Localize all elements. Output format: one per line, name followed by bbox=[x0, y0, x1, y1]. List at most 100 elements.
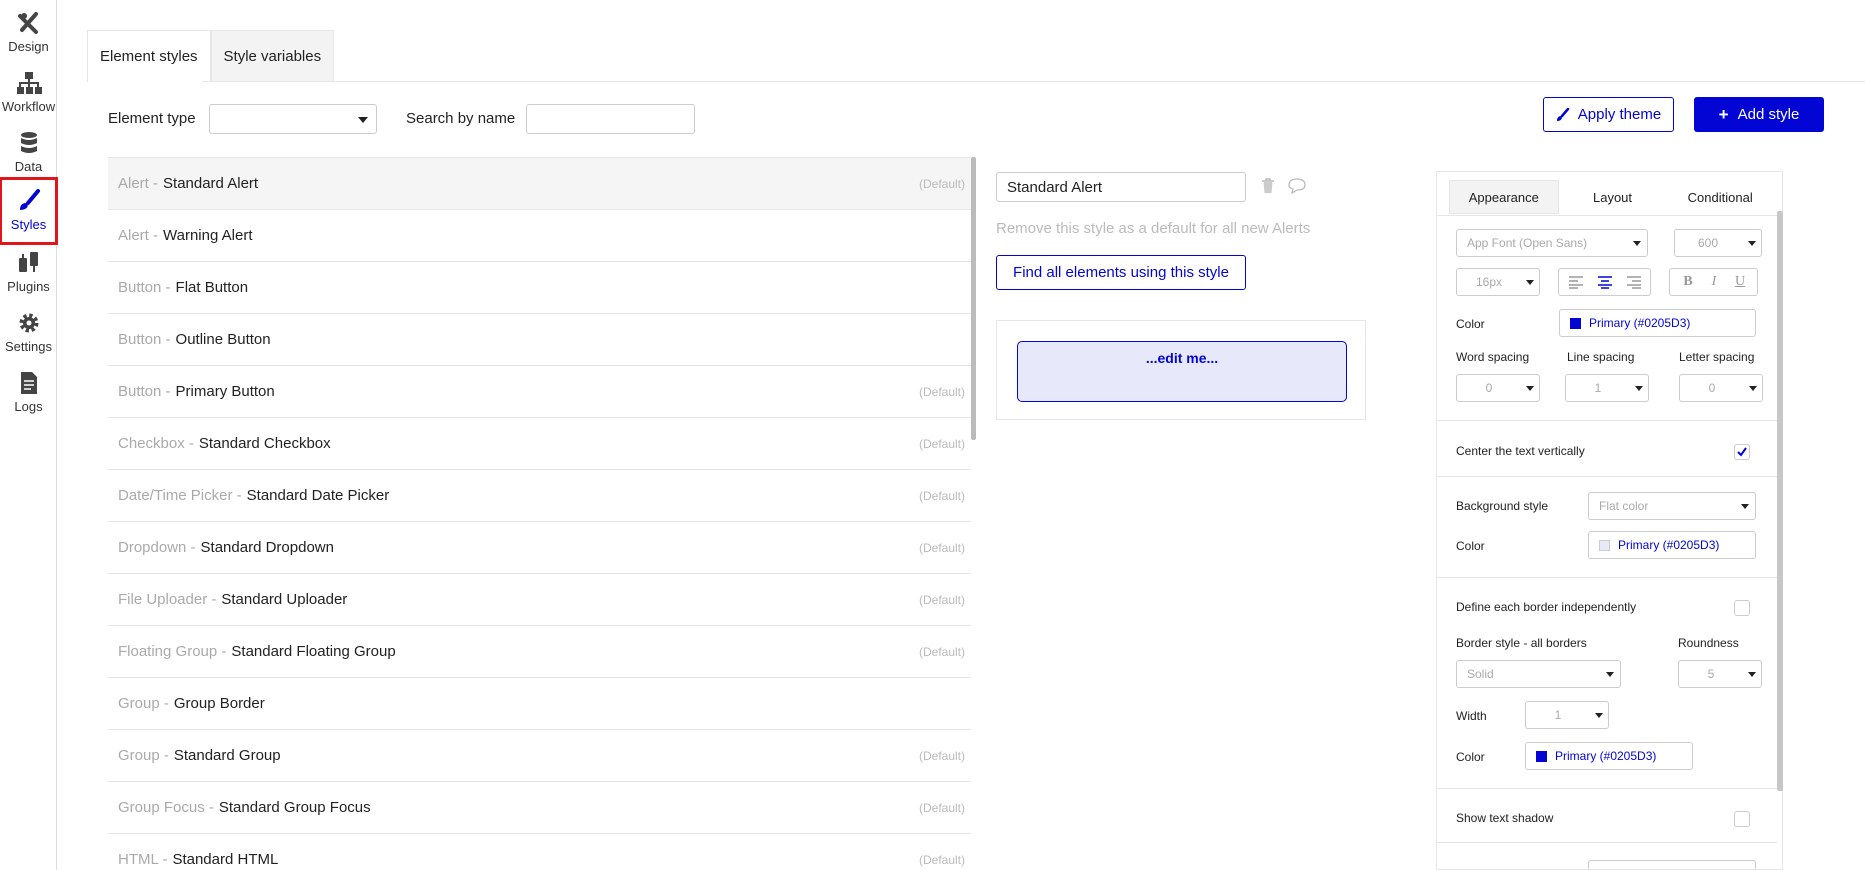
font-weight-dropdown[interactable]: 600 bbox=[1674, 229, 1762, 257]
word-spacing-value: 0 bbox=[1485, 381, 1493, 395]
align-right-icon[interactable] bbox=[1626, 276, 1642, 289]
font-size-dropdown[interactable]: 16px bbox=[1456, 268, 1540, 296]
style-row[interactable]: Button - Primary Button (Default) bbox=[108, 366, 971, 418]
tabs-divider bbox=[1437, 215, 1777, 216]
comment-icon[interactable] bbox=[1287, 178, 1307, 194]
document-icon bbox=[20, 372, 37, 394]
style-row[interactable]: Button - Outline Button bbox=[108, 314, 971, 366]
apply-theme-button[interactable]: Apply theme bbox=[1543, 97, 1674, 132]
element-type-label: Element type bbox=[108, 110, 196, 127]
partial-dropdown[interactable] bbox=[1588, 860, 1756, 869]
border-color-picker[interactable]: Primary (#0205D3) bbox=[1525, 742, 1693, 770]
background-color-label: Color bbox=[1456, 539, 1485, 553]
align-center-icon[interactable] bbox=[1597, 276, 1613, 289]
default-badge: (Default) bbox=[918, 488, 965, 503]
trash-icon[interactable] bbox=[1261, 178, 1275, 194]
style-row[interactable]: Alert - Warning Alert bbox=[108, 210, 971, 262]
roundness-dropdown[interactable]: 5 bbox=[1678, 660, 1762, 688]
style-row[interactable]: HTML - Standard HTML (Default) bbox=[108, 834, 971, 870]
tab-layout[interactable]: Layout bbox=[1559, 180, 1667, 214]
center-vertically-checkbox[interactable] bbox=[1734, 444, 1750, 460]
style-row[interactable]: Group - Group Border bbox=[108, 678, 971, 730]
background-color-value: Primary (#0205D3) bbox=[1618, 538, 1720, 552]
underline-icon[interactable]: U bbox=[1730, 274, 1750, 290]
italic-icon[interactable]: I bbox=[1704, 274, 1724, 290]
font-family-value: App Font (Open Sans) bbox=[1467, 236, 1588, 250]
style-row[interactable]: Group - Standard Group (Default) bbox=[108, 730, 971, 782]
border-width-dropdown[interactable]: 1 bbox=[1525, 701, 1609, 729]
text-color-picker[interactable]: Primary (#0205D3) bbox=[1559, 309, 1756, 337]
style-list-scrollbar[interactable] bbox=[971, 157, 976, 440]
nav-data[interactable]: Data bbox=[0, 120, 57, 178]
chevron-down-icon bbox=[1749, 386, 1757, 391]
style-type: Alert - bbox=[118, 175, 159, 192]
tab-element-styles[interactable]: Element styles bbox=[87, 30, 211, 82]
add-style-button[interactable]: + Add style bbox=[1694, 97, 1824, 132]
nav-workflow-label: Workflow bbox=[1, 99, 56, 114]
properties-tabs: Appearance Layout Conditional bbox=[1449, 180, 1774, 214]
style-type: Group - bbox=[118, 695, 169, 712]
background-color-picker[interactable]: Primary (#0205D3) bbox=[1588, 531, 1756, 559]
find-elements-button[interactable]: Find all elements using this style bbox=[996, 255, 1246, 290]
nav-plugins[interactable]: Plugins bbox=[0, 240, 57, 298]
style-row[interactable]: Alert - Standard Alert (Default) bbox=[108, 158, 971, 210]
style-row[interactable]: Checkbox - Standard Checkbox (Default) bbox=[108, 418, 971, 470]
tab-conditional[interactable]: Conditional bbox=[1666, 180, 1774, 214]
add-style-label: Add style bbox=[1737, 106, 1800, 123]
style-type: HTML - bbox=[118, 851, 168, 868]
background-style-value: Flat color bbox=[1599, 499, 1649, 513]
border-width-label: Width bbox=[1456, 709, 1487, 723]
nav-data-label: Data bbox=[14, 159, 43, 174]
background-style-dropdown[interactable]: Flat color bbox=[1588, 492, 1756, 520]
chevron-down-icon bbox=[1633, 241, 1641, 246]
background-style-label: Background style bbox=[1456, 499, 1549, 513]
nav-settings[interactable]: Settings bbox=[0, 300, 57, 358]
nav-styles-label: Styles bbox=[10, 217, 47, 232]
letter-spacing-dropdown[interactable]: 0 bbox=[1679, 374, 1763, 402]
style-list: Alert - Standard Alert (Default) Alert - … bbox=[108, 157, 971, 870]
chevron-down-icon bbox=[1741, 504, 1749, 509]
preview-alert: ...edit me... bbox=[1017, 341, 1347, 402]
style-name-input[interactable]: Standard Alert bbox=[996, 172, 1246, 202]
style-row[interactable]: Date/Time Picker - Standard Date Picker (… bbox=[108, 470, 971, 522]
default-badge: (Default) bbox=[918, 384, 965, 399]
chevron-down-icon bbox=[1748, 241, 1756, 246]
style-row[interactable]: Dropdown - Standard Dropdown (Default) bbox=[108, 522, 971, 574]
border-independent-checkbox[interactable] bbox=[1734, 600, 1750, 616]
search-by-name-input[interactable] bbox=[526, 104, 695, 134]
brush-icon bbox=[1556, 107, 1570, 121]
element-type-dropdown[interactable] bbox=[209, 104, 377, 134]
align-left-icon[interactable] bbox=[1568, 276, 1584, 289]
nav-workflow[interactable]: Workflow bbox=[0, 60, 57, 118]
line-spacing-dropdown[interactable]: 1 bbox=[1565, 374, 1649, 402]
remove-default-hint[interactable]: Remove this style as a default for all n… bbox=[996, 220, 1310, 237]
style-type: Date/Time Picker - bbox=[118, 487, 242, 504]
font-size-value: 16px bbox=[1475, 275, 1503, 289]
text-style-group: B I U bbox=[1669, 268, 1758, 296]
roundness-value: 5 bbox=[1707, 667, 1715, 681]
tab-appearance[interactable]: Appearance bbox=[1449, 180, 1559, 214]
nav-design[interactable]: Design bbox=[0, 0, 57, 58]
properties-scrollbar[interactable] bbox=[1777, 211, 1783, 791]
style-row[interactable]: File Uploader - Standard Uploader (Defaul… bbox=[108, 574, 971, 626]
nav-design-label: Design bbox=[8, 39, 49, 54]
style-row[interactable]: Floating Group - Standard Floating Group… bbox=[108, 626, 971, 678]
border-style-dropdown[interactable]: Solid bbox=[1456, 660, 1621, 688]
bold-icon[interactable]: B bbox=[1678, 274, 1698, 290]
tab-style-variables[interactable]: Style variables bbox=[210, 30, 335, 82]
chevron-down-icon bbox=[1606, 672, 1614, 677]
chevron-down-icon bbox=[1595, 713, 1603, 718]
chevron-down-icon bbox=[1526, 280, 1534, 285]
section-divider bbox=[1437, 476, 1777, 477]
word-spacing-dropdown[interactable]: 0 bbox=[1456, 374, 1540, 402]
style-row[interactable]: Group Focus - Standard Group Focus (Defau… bbox=[108, 782, 971, 834]
nav-logs[interactable]: Logs bbox=[0, 360, 57, 418]
font-family-dropdown[interactable]: App Font (Open Sans) bbox=[1456, 229, 1648, 257]
nav-styles[interactable]: Styles bbox=[0, 177, 58, 245]
style-name-value: Standard Alert bbox=[1007, 178, 1103, 196]
nav-logs-label: Logs bbox=[14, 399, 43, 414]
text-shadow-checkbox[interactable] bbox=[1734, 811, 1750, 827]
style-row[interactable]: Button - Flat Button bbox=[108, 262, 971, 314]
tab-divider bbox=[87, 81, 1865, 82]
line-spacing-value: 1 bbox=[1594, 381, 1602, 395]
